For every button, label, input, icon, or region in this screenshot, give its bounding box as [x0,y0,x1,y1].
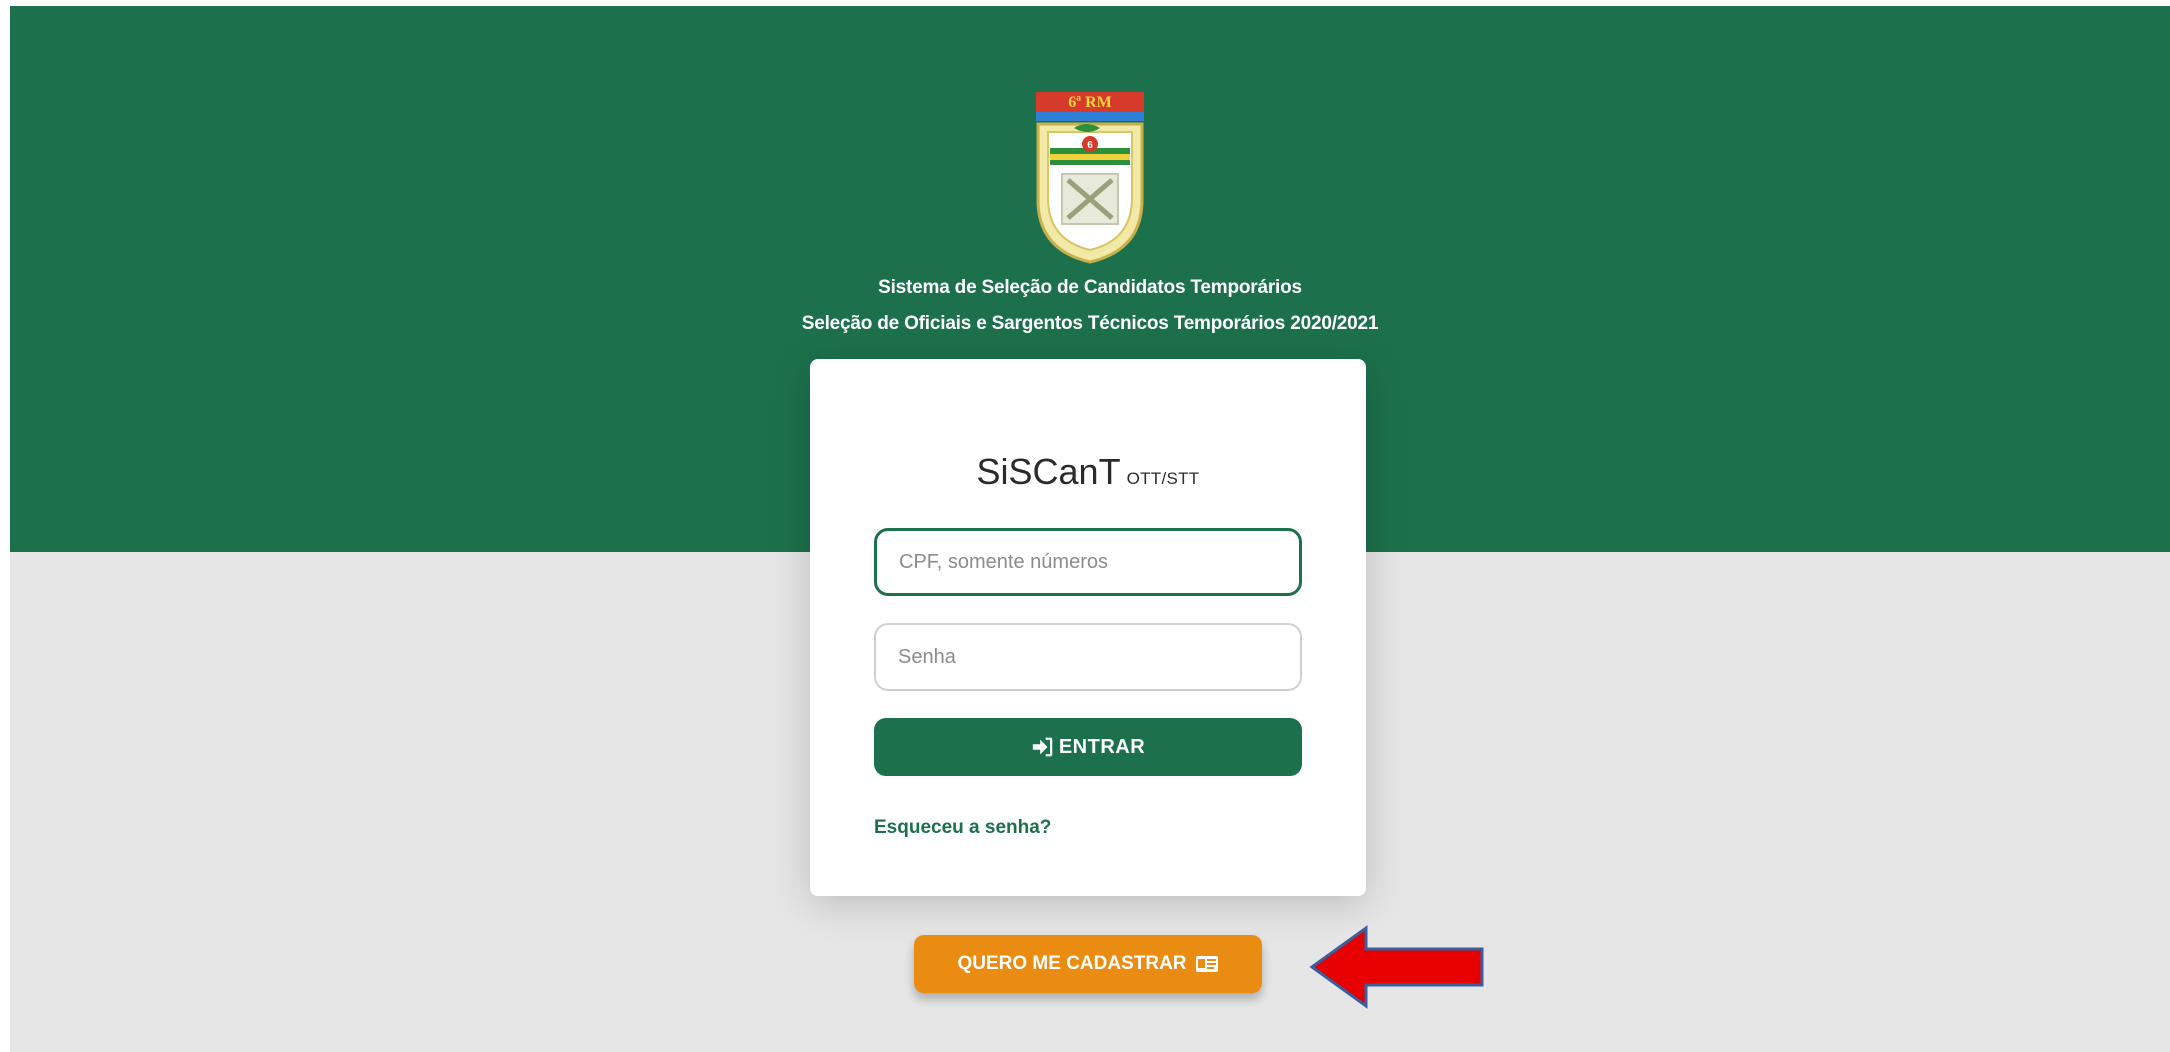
app-suffix: OTT/STT [1126,469,1200,488]
crest-label: 6ª RM [1068,94,1111,111]
enter-button[interactable]: ENTRAR [874,718,1302,776]
enter-button-label: ENTRAR [1058,735,1146,758]
cpf-input[interactable] [874,528,1302,596]
register-button[interactable]: QUERO ME CADASTRAR [914,935,1262,993]
svg-text:6: 6 [1087,140,1093,151]
forgot-password-link[interactable]: Esqueceu a senha? [874,817,1051,839]
id-card-icon [1195,956,1218,972]
military-region-crest-icon: 6ª RM 6 [1036,92,1144,264]
app-name: SiSCanT [976,451,1121,492]
login-card: SiSCanT OTT/STT ENTRAR Esqueceu a senha? [810,359,1366,896]
app-brand: SiSCanT OTT/STT [810,451,1366,493]
sign-in-icon [1032,737,1053,757]
system-title: Sistema de Seleção de Candidatos Temporá… [878,277,1302,298]
password-input[interactable] [874,623,1302,691]
selection-title: Seleção de Oficiais e Sargentos Técnicos… [801,313,1379,334]
register-button-label: QUERO ME CADASTRAR [957,953,1187,974]
login-page: 6ª RM 6 Sistema de Seleção de Candidatos… [10,6,2170,1052]
red-arrow-left-icon [1309,925,1484,1009]
